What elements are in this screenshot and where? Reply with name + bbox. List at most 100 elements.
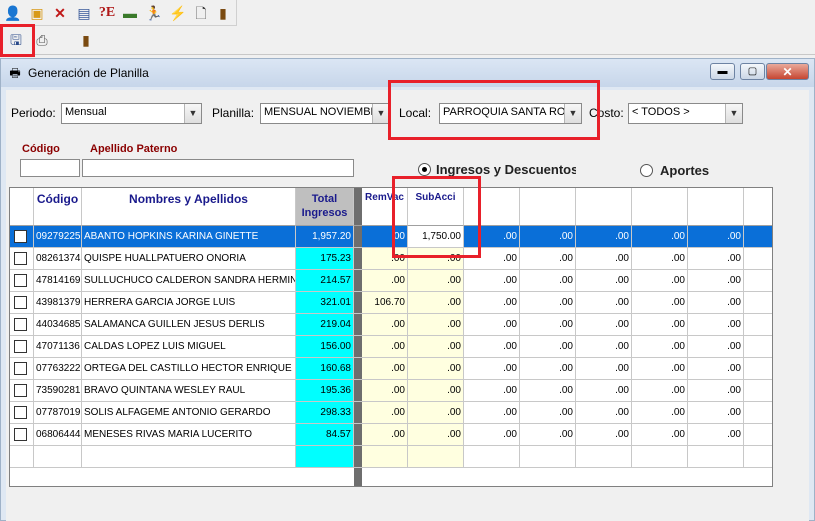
- amount-cell[interactable]: .00: [576, 226, 632, 248]
- subacci-cell[interactable]: .00: [408, 292, 464, 314]
- amount-cell[interactable]: .00: [464, 424, 520, 446]
- nombres-header[interactable]: Nombres y Apellidos: [82, 188, 296, 226]
- amount-cell[interactable]: .00: [464, 380, 520, 402]
- subacci-cell[interactable]: .00: [408, 358, 464, 380]
- amount-cell[interactable]: .00: [688, 314, 744, 336]
- amount-cell[interactable]: .00: [576, 314, 632, 336]
- codigo-cell[interactable]: 08261374: [34, 248, 82, 270]
- right-hscrollbar[interactable]: ◀ ▶: [362, 486, 773, 487]
- remvac-cell[interactable]: .00: [362, 424, 408, 446]
- column-splitter[interactable]: [354, 188, 362, 226]
- row-checkbox[interactable]: [14, 384, 27, 397]
- nombre-cell[interactable]: BRAVO QUINTANA WESLEY RAUL: [82, 380, 296, 402]
- amount-cell[interactable]: .00: [688, 336, 744, 358]
- extra-header[interactable]: [520, 188, 576, 226]
- amount-cell[interactable]: .00: [688, 292, 744, 314]
- amount-cell[interactable]: .00: [632, 270, 688, 292]
- row-checkbox[interactable]: [14, 274, 27, 287]
- amount-cell[interactable]: .00: [688, 358, 744, 380]
- nombre-cell[interactable]: SULLUCHUCO CALDERON SANDRA HERMINIA: [82, 270, 296, 292]
- codigo-cell[interactable]: 07787019: [34, 402, 82, 424]
- nombre-cell[interactable]: SOLIS ALFAGEME ANTONIO GERARDO: [82, 402, 296, 424]
- amount-cell[interactable]: .00: [688, 424, 744, 446]
- chevron-down-icon[interactable]: ▼: [725, 104, 742, 123]
- remvac-cell[interactable]: .00: [362, 314, 408, 336]
- total-cell[interactable]: 214.57: [296, 270, 354, 292]
- amount-cell[interactable]: .00: [520, 270, 576, 292]
- amount-cell[interactable]: .00: [688, 380, 744, 402]
- total-cell[interactable]: 219.04: [296, 314, 354, 336]
- total-header[interactable]: Total Ingresos: [296, 188, 354, 226]
- amount-cell[interactable]: .00: [464, 336, 520, 358]
- amount-cell[interactable]: .00: [520, 380, 576, 402]
- amount-cell[interactable]: .00: [688, 270, 744, 292]
- nombre-cell[interactable]: ABANTO HOPKINS KARINA GINETTE: [82, 226, 296, 248]
- total-cell[interactable]: 84.57: [296, 424, 354, 446]
- amount-cell[interactable]: .00: [464, 270, 520, 292]
- amount-cell[interactable]: .00: [576, 358, 632, 380]
- total-cell[interactable]: 160.68: [296, 358, 354, 380]
- subacci-cell[interactable]: .00: [408, 402, 464, 424]
- nombre-cell[interactable]: QUISPE HUALLPATUERO ONORIA: [82, 248, 296, 270]
- ingresos-radio[interactable]: [418, 163, 431, 176]
- codigo-cell[interactable]: 73590281: [34, 380, 82, 402]
- exit-door-icon[interactable]: ▮: [77, 31, 95, 49]
- amount-cell[interactable]: .00: [576, 336, 632, 358]
- row-checkbox[interactable]: [14, 318, 27, 331]
- extra-header[interactable]: [576, 188, 632, 226]
- amount-cell[interactable]: .00: [520, 292, 576, 314]
- row-checkbox[interactable]: [14, 230, 27, 243]
- remvac-cell[interactable]: .00: [362, 358, 408, 380]
- amount-cell[interactable]: .00: [464, 358, 520, 380]
- exit-door-icon[interactable]: ▮: [214, 4, 232, 22]
- row-checkbox[interactable]: [14, 296, 27, 309]
- chevron-down-icon[interactable]: ▼: [372, 104, 389, 123]
- amount-cell[interactable]: .00: [464, 292, 520, 314]
- maximize-button[interactable]: ▢: [740, 63, 765, 80]
- codigo-cell[interactable]: 09279225: [34, 226, 82, 248]
- codigo-cell[interactable]: 43981379: [34, 292, 82, 314]
- lightning-icon[interactable]: ⚡: [169, 4, 187, 22]
- codigo-cell[interactable]: 07763222: [34, 358, 82, 380]
- amount-cell[interactable]: .00: [576, 270, 632, 292]
- amount-cell[interactable]: .00: [520, 226, 576, 248]
- amount-cell[interactable]: .00: [520, 402, 576, 424]
- book-icon[interactable]: ▬: [121, 4, 139, 22]
- total-cell[interactable]: 195.36: [296, 380, 354, 402]
- total-cell[interactable]: 298.33: [296, 402, 354, 424]
- minimize-button[interactable]: ▬: [710, 63, 735, 80]
- close-button[interactable]: ✕: [766, 63, 809, 80]
- amount-cell[interactable]: .00: [632, 226, 688, 248]
- aportes-radio[interactable]: [640, 164, 653, 177]
- subacci-cell[interactable]: .00: [408, 424, 464, 446]
- amount-cell[interactable]: .00: [576, 380, 632, 402]
- planilla-select[interactable]: MENSUAL NOVIEMBRE ▼: [260, 103, 390, 124]
- nombre-cell[interactable]: SALAMANCA GUILLEN JESUS DERLIS: [82, 314, 296, 336]
- total-cell[interactable]: 1,957.20: [296, 226, 354, 248]
- remvac-cell[interactable]: .00: [362, 402, 408, 424]
- row-checkbox[interactable]: [14, 252, 27, 265]
- run-icon[interactable]: 🏃: [145, 4, 163, 22]
- form-icon[interactable]: ▤: [75, 4, 93, 22]
- amount-cell[interactable]: .00: [576, 424, 632, 446]
- amount-cell[interactable]: .00: [632, 424, 688, 446]
- amount-cell[interactable]: .00: [520, 424, 576, 446]
- amount-cell[interactable]: .00: [520, 248, 576, 270]
- amount-cell[interactable]: .00: [464, 402, 520, 424]
- amount-cell[interactable]: .00: [632, 402, 688, 424]
- amount-cell[interactable]: .00: [520, 314, 576, 336]
- amount-cell[interactable]: .00: [688, 402, 744, 424]
- extra-header[interactable]: [688, 188, 744, 226]
- amount-cell[interactable]: .00: [632, 358, 688, 380]
- help-icon[interactable]: ?E: [98, 4, 116, 22]
- subacci-cell[interactable]: .00: [408, 314, 464, 336]
- left-hscrollbar[interactable]: ◀: [10, 486, 354, 487]
- row-checkbox[interactable]: [14, 428, 27, 441]
- codigo-cell[interactable]: 44034685: [34, 314, 82, 336]
- user-icon[interactable]: 👤: [4, 4, 22, 22]
- costo-select[interactable]: < TODOS > ▼: [628, 103, 743, 124]
- subacci-cell[interactable]: .00: [408, 380, 464, 402]
- nombre-cell[interactable]: CALDAS LOPEZ LUIS MIGUEL: [82, 336, 296, 358]
- total-cell[interactable]: 156.00: [296, 336, 354, 358]
- codigo-search-input[interactable]: [20, 159, 80, 177]
